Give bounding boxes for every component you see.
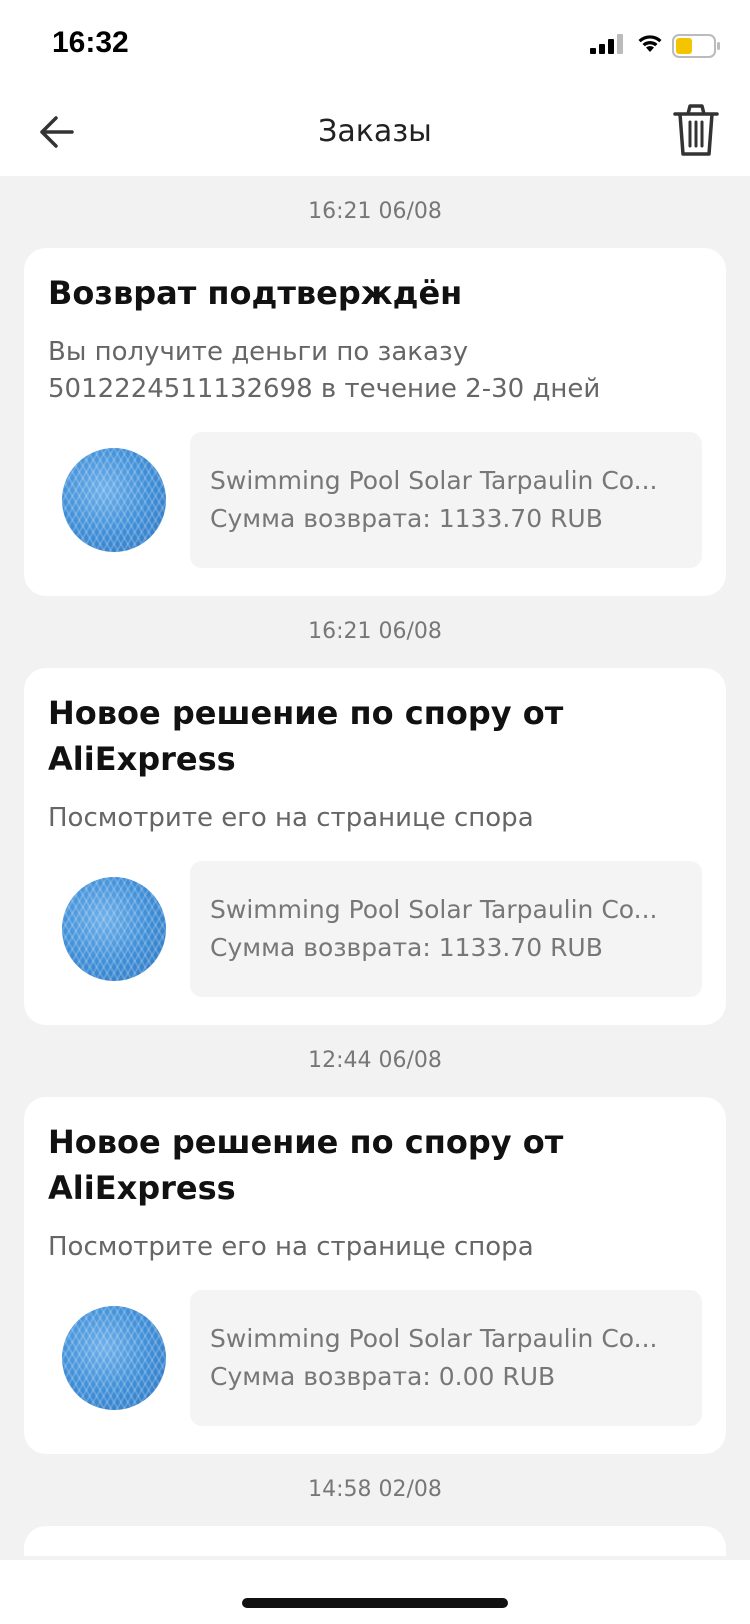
notification-card[interactable]: Возврат подтверждён Вы получите деньги п… [24, 248, 726, 596]
product-image [62, 1306, 166, 1410]
notification-message: Посмотрите его на странице спора [48, 1232, 534, 1262]
timestamp: 16:21 06/08 [308, 619, 442, 644]
product-row[interactable]: Swimming Pool Solar Tarpaulin Co... Сумм… [48, 861, 702, 997]
product-image [62, 877, 166, 981]
refund-amount: Сумма возврата: 1133.70 RUB [210, 933, 603, 962]
product-image [62, 448, 166, 552]
timestamp: 14:58 02/08 [308, 1477, 442, 1502]
product-name: Swimming Pool Solar Tarpaulin Co... [210, 895, 658, 924]
header-bar: Заказы [0, 88, 750, 176]
notification-title: Новое решение по спору от AliExpress [48, 694, 564, 778]
notification-title: Новое решение по спору от AliExpress [48, 1123, 564, 1207]
trash-icon[interactable] [670, 102, 722, 160]
notification-list: 16:21 06/08 Возврат подтверждён Вы получ… [0, 176, 750, 1556]
product-info: Swimming Pool Solar Tarpaulin Co... Сумм… [190, 432, 702, 568]
timestamp: 16:21 06/08 [308, 199, 442, 224]
notification-card[interactable]: Новое решение по спору от AliExpress Пос… [24, 668, 726, 1025]
home-indicator[interactable] [242, 1598, 508, 1608]
notification-card[interactable]: Новое решение по спору от AliExpress Пос… [24, 1097, 726, 1454]
wifi-icon [638, 35, 662, 52]
battery-icon [672, 34, 720, 58]
product-name: Swimming Pool Solar Tarpaulin Co... [210, 466, 658, 495]
notification-card[interactable] [24, 1526, 726, 1556]
bottom-bar [0, 1560, 750, 1624]
notification-message: Посмотрите его на странице спора [48, 803, 534, 833]
status-bar: 16:32 [0, 0, 750, 88]
refund-amount: Сумма возврата: 0.00 RUB [210, 1362, 556, 1391]
status-time: 16:32 [52, 26, 129, 59]
refund-amount: Сумма возврата: 1133.70 RUB [210, 504, 603, 533]
product-row[interactable]: Swimming Pool Solar Tarpaulin Co... Сумм… [48, 432, 702, 568]
product-name: Swimming Pool Solar Tarpaulin Co... [210, 1324, 658, 1353]
notification-message: Вы получите деньги по заказу 50122245111… [48, 337, 601, 404]
notification-title: Возврат подтверждён [48, 274, 463, 312]
timestamp: 12:44 06/08 [308, 1048, 442, 1073]
product-info: Swimming Pool Solar Tarpaulin Co... Сумм… [190, 861, 702, 997]
signal-icon [590, 34, 623, 54]
product-info: Swimming Pool Solar Tarpaulin Co... Сумм… [190, 1290, 702, 1426]
product-row[interactable]: Swimming Pool Solar Tarpaulin Co... Сумм… [48, 1290, 702, 1426]
page-title: Заказы [318, 114, 432, 149]
